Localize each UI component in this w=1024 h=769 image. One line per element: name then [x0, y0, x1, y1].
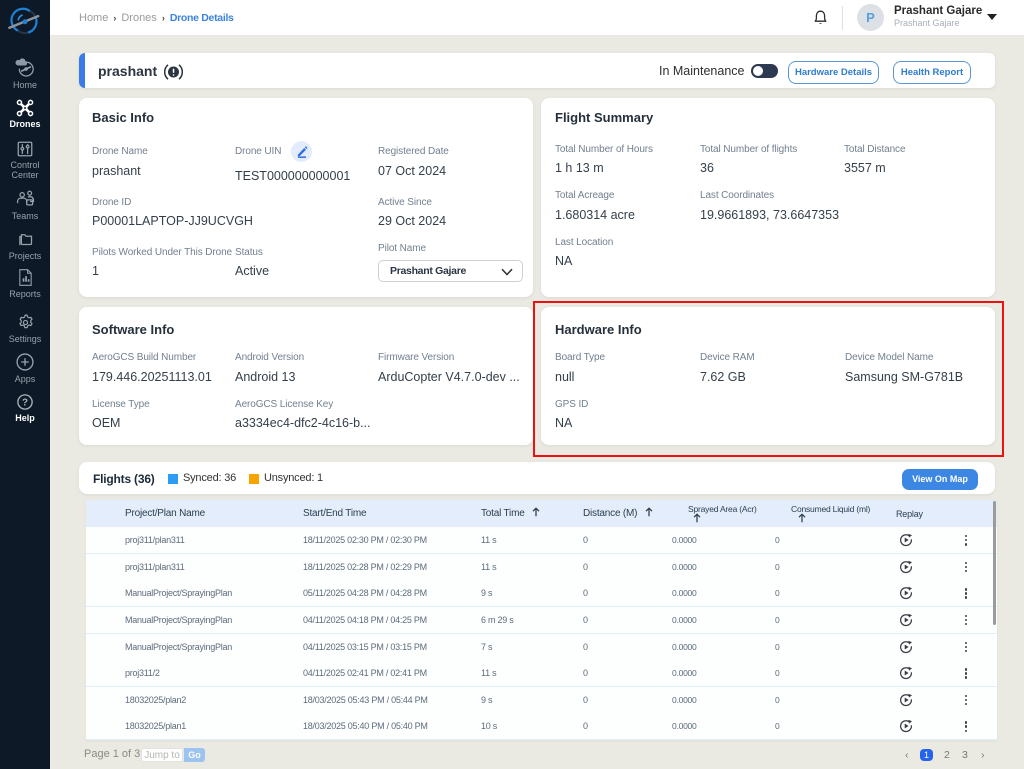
- svg-text:?: ?: [22, 397, 28, 408]
